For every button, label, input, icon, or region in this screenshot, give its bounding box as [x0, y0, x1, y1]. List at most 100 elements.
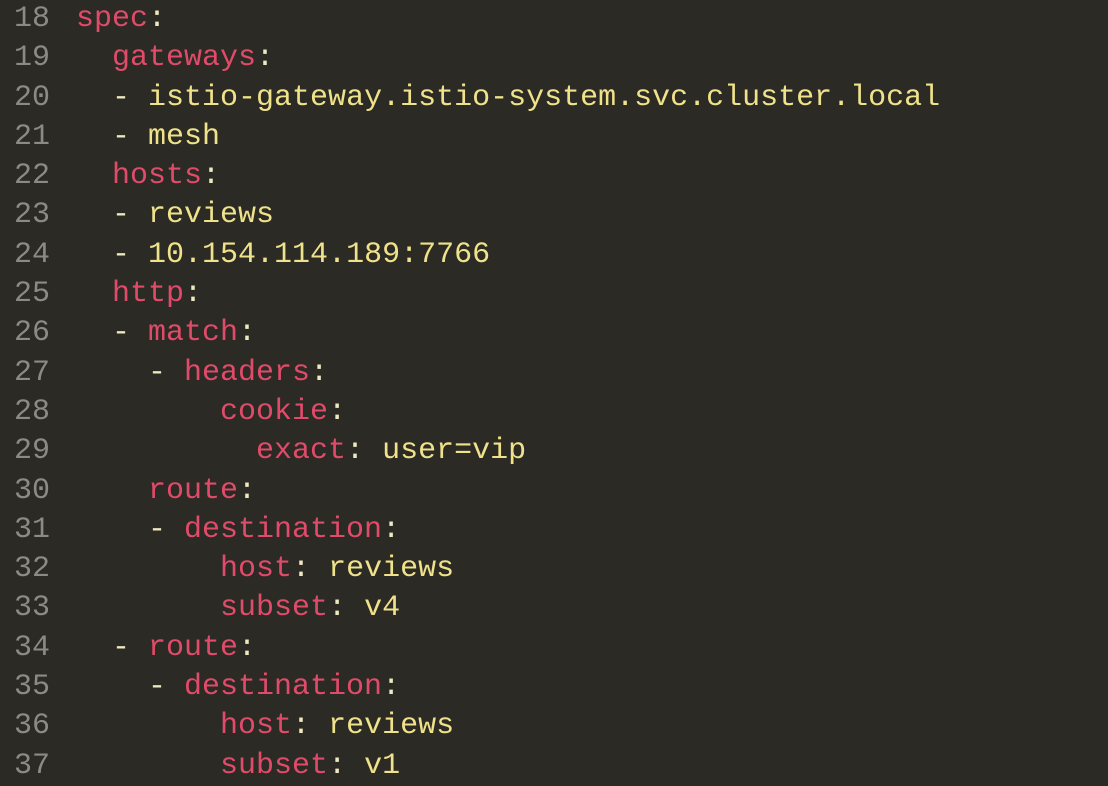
line-number: 36: [0, 707, 50, 746]
token-punct: :: [328, 591, 364, 625]
token-punct: :: [382, 513, 400, 547]
line-number: 22: [0, 157, 50, 196]
token-sp: [76, 591, 220, 625]
token-key: cookie: [220, 395, 328, 429]
token-sp: [76, 238, 112, 272]
token-dash: -: [148, 356, 184, 390]
line-number: 28: [0, 393, 50, 432]
line-number: 37: [0, 747, 50, 786]
token-punct: :: [256, 41, 274, 75]
code-line[interactable]: cookie:: [76, 393, 1108, 432]
code-line[interactable]: subset: v4: [76, 589, 1108, 628]
token-sp: [76, 474, 148, 508]
token-dash: -: [112, 198, 148, 232]
line-number: 20: [0, 79, 50, 118]
code-line[interactable]: - route:: [76, 629, 1108, 668]
token-key: route: [148, 631, 238, 665]
token-key: spec: [76, 2, 148, 36]
code-line[interactable]: - headers:: [76, 354, 1108, 393]
code-line[interactable]: - mesh: [76, 118, 1108, 157]
line-number: 33: [0, 589, 50, 628]
code-line[interactable]: - reviews: [76, 196, 1108, 235]
token-sp: [76, 316, 112, 350]
code-line[interactable]: - match:: [76, 314, 1108, 353]
code-line[interactable]: - istio-gateway.istio-system.svc.cluster…: [76, 79, 1108, 118]
code-line[interactable]: - destination:: [76, 511, 1108, 550]
code-line[interactable]: http:: [76, 275, 1108, 314]
token-str: reviews: [328, 552, 454, 586]
token-dash: -: [112, 316, 148, 350]
line-number: 31: [0, 511, 50, 550]
line-number: 30: [0, 472, 50, 511]
token-sp: [76, 356, 148, 390]
token-sp: [76, 41, 112, 75]
token-str: reviews: [148, 198, 274, 232]
token-punct: :: [328, 749, 364, 783]
token-punct: :: [184, 277, 202, 311]
token-punct: :: [292, 709, 328, 743]
line-number: 24: [0, 236, 50, 275]
token-key: host: [220, 709, 292, 743]
token-sp: [76, 749, 220, 783]
token-sp: [76, 513, 148, 547]
token-sp: [76, 120, 112, 154]
token-punct: :: [238, 316, 256, 350]
token-key: destination: [184, 670, 382, 704]
token-punct: :: [148, 2, 166, 36]
token-punct: :: [238, 631, 256, 665]
line-number: 26: [0, 314, 50, 353]
token-sp: [76, 670, 148, 704]
line-number: 18: [0, 0, 50, 39]
token-punct: :: [346, 434, 382, 468]
line-number: 32: [0, 550, 50, 589]
code-area[interactable]: spec: gateways: - istio-gateway.istio-sy…: [64, 0, 1108, 786]
token-sp: [76, 631, 112, 665]
token-str: reviews: [328, 709, 454, 743]
code-line[interactable]: route:: [76, 472, 1108, 511]
token-key: subset: [220, 591, 328, 625]
token-str: mesh: [148, 120, 220, 154]
token-sp: [76, 709, 220, 743]
token-dash: -: [148, 670, 184, 704]
token-key: exact: [256, 434, 346, 468]
code-line[interactable]: exact: user=vip: [76, 432, 1108, 471]
code-line[interactable]: host: reviews: [76, 550, 1108, 589]
line-number: 35: [0, 668, 50, 707]
token-punct: :: [382, 670, 400, 704]
code-line[interactable]: - destination:: [76, 668, 1108, 707]
line-number: 23: [0, 196, 50, 235]
token-dash: -: [112, 120, 148, 154]
token-punct: :: [292, 552, 328, 586]
code-line[interactable]: - 10.154.114.189:7766: [76, 236, 1108, 275]
token-dash: -: [112, 81, 148, 115]
token-key: match: [148, 316, 238, 350]
token-sp: [76, 81, 112, 115]
code-line[interactable]: host: reviews: [76, 707, 1108, 746]
token-dash: -: [148, 513, 184, 547]
token-sp: [76, 395, 220, 429]
token-key: host: [220, 552, 292, 586]
token-sp: [76, 552, 220, 586]
token-key: hosts: [112, 159, 202, 193]
token-key: gateways: [112, 41, 256, 75]
token-dash: -: [112, 238, 148, 272]
token-punct: :: [238, 474, 256, 508]
token-sp: [76, 159, 112, 193]
token-dash: -: [112, 631, 148, 665]
code-line[interactable]: subset: v1: [76, 747, 1108, 786]
token-str: 10.154.114.189:7766: [148, 238, 490, 272]
code-editor[interactable]: 1819202122232425262728293031323334353637…: [0, 0, 1108, 786]
line-number: 34: [0, 629, 50, 668]
code-line[interactable]: hosts:: [76, 157, 1108, 196]
token-key: http: [112, 277, 184, 311]
token-str: v1: [364, 749, 400, 783]
code-line[interactable]: spec:: [76, 0, 1108, 39]
line-number: 21: [0, 118, 50, 157]
line-number: 29: [0, 432, 50, 471]
token-punct: :: [328, 395, 346, 429]
token-sp: [76, 277, 112, 311]
line-number-gutter: 1819202122232425262728293031323334353637: [0, 0, 64, 786]
token-str: user=vip: [382, 434, 526, 468]
code-line[interactable]: gateways:: [76, 39, 1108, 78]
token-key: subset: [220, 749, 328, 783]
